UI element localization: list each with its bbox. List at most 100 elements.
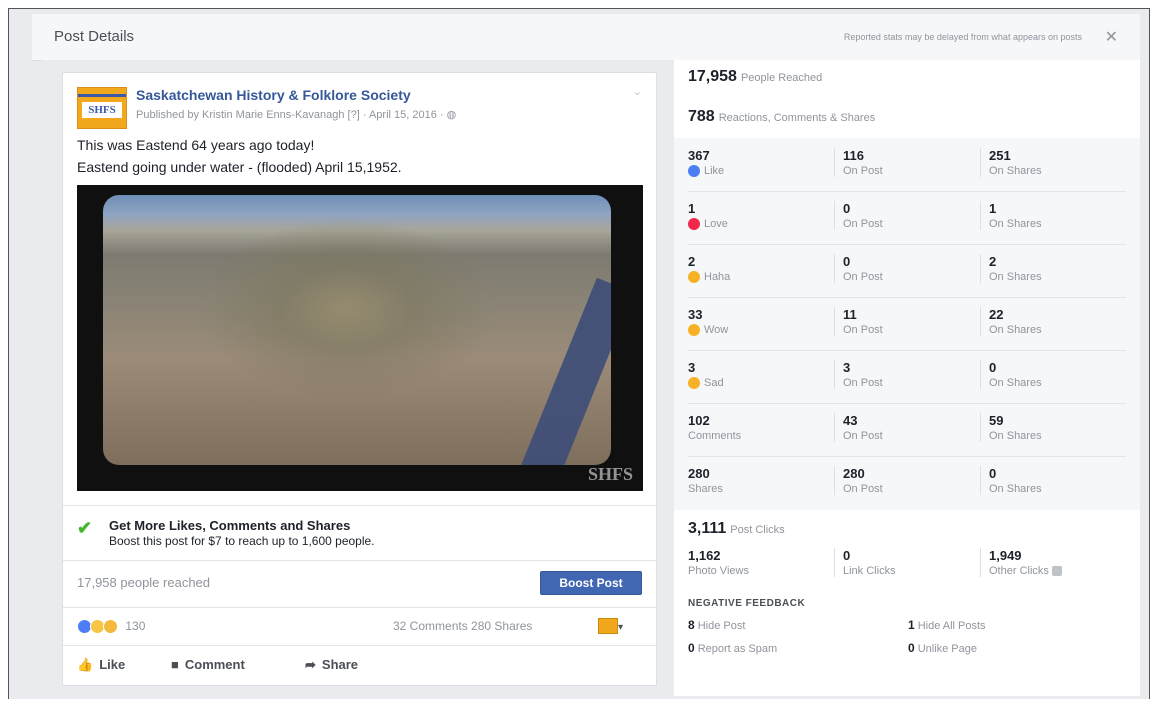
shares-label: Shares — [688, 483, 723, 495]
post-clicks-label: Post Clicks — [730, 524, 785, 536]
aircraft-strut — [492, 277, 611, 465]
photo-views-value: 1,162 — [688, 548, 721, 563]
sad-on-shares: 0 — [989, 360, 997, 375]
viewer-selector[interactable]: ▾ — [598, 617, 623, 635]
on-shares-label: On Shares — [989, 324, 1042, 336]
page-name-link[interactable]: Saskatchewan History & Folklore Society — [136, 87, 411, 103]
love-label: Love — [704, 218, 728, 230]
viewer-avatar — [598, 617, 618, 634]
page-logo-text: SHFS — [82, 102, 122, 118]
sad-total: 3 — [688, 360, 696, 375]
post-text-line-1: This was Eastend 64 years ago today! — [77, 137, 315, 153]
sad-on-post: 3 — [843, 360, 851, 375]
post-actions: 👍 Like ■ Comment ➦ Share — [63, 645, 656, 685]
love-total: 1 — [688, 201, 696, 216]
hide-post-value: 8 — [688, 618, 695, 632]
sad-label: Sad — [704, 377, 724, 389]
wow-label: Wow — [704, 324, 729, 336]
unlike-page-label: Unlike Page — [917, 643, 978, 655]
people-reached-block: 17,958 People Reached — [674, 60, 1140, 99]
shares-on-shares: 0 — [989, 466, 997, 481]
shares-on-post: 280 — [843, 466, 865, 481]
hide-all-posts-value: 1 — [908, 618, 915, 632]
other-clicks-label: Other Clicks — [989, 565, 1049, 577]
link-clicks-label: Link Clicks — [843, 565, 896, 577]
post-published-meta: Published by Kristin Marie Enns-Kavanagh… — [136, 109, 457, 121]
hide-all-posts-label: Hide All Posts — [917, 620, 986, 632]
share-label: Share — [321, 657, 359, 672]
negative-feedback-title: NEGATIVE FEEDBACK — [688, 598, 806, 609]
chevron-down-icon[interactable]: ⌄ — [633, 85, 642, 98]
engagement-block: 788 Reactions, Comments & Shares — [674, 98, 1140, 139]
share-button[interactable]: ➦ Share — [305, 657, 358, 673]
haha-icon — [688, 271, 700, 284]
report-spam-label: Report as Spam — [697, 643, 778, 655]
reactions-count: 130 — [125, 619, 146, 633]
checkmark-icon: ✔ — [77, 518, 93, 538]
post-photo[interactable]: SHFS — [77, 185, 643, 491]
wow-total: 33 — [688, 307, 703, 322]
photo-watermark: SHFS — [587, 464, 633, 484]
page-avatar[interactable]: SHFS — [77, 87, 127, 129]
comments-on-shares: 59 — [989, 413, 1004, 428]
post-card: SHFS Saskatchewan History & Folklore Soc… — [62, 72, 657, 686]
post-text-line-2: Eastend going under water - (flooded) Ap… — [77, 159, 402, 175]
like-on-post: 116 — [843, 148, 864, 163]
reaction-row: 2 Haha 0 On Post 2 On Shares — [688, 244, 1126, 298]
hide-all-posts-stat: 1 Hide All Posts — [908, 618, 986, 632]
comment-icon: ■ — [171, 657, 179, 672]
haha-label: Haha — [704, 271, 731, 283]
comment-button[interactable]: ■ Comment — [171, 657, 245, 672]
on-shares-label: On Shares — [989, 377, 1042, 389]
info-icon[interactable] — [1051, 566, 1062, 577]
reaction-row: 3 Sad 3 On Post 0 On Shares — [688, 350, 1126, 404]
on-post-label: On Post — [843, 271, 883, 283]
post-stats-row: 130 32 Comments 280 Shares ▾ — [63, 607, 656, 646]
reactions-summary[interactable]: 130 — [77, 619, 146, 635]
sad-reaction-icon — [103, 619, 118, 635]
wow-on-shares: 22 — [989, 307, 1004, 322]
on-post-label: On Post — [843, 377, 883, 389]
wow-on-post: 11 — [843, 307, 857, 322]
on-post-label: On Post — [843, 483, 883, 495]
comments-shares-count[interactable]: 32 Comments 280 Shares — [393, 619, 532, 633]
comments-row: 102 Comments 43 On Post 59 On Shares — [688, 403, 1126, 457]
like-on-shares: 251 — [989, 148, 1011, 163]
dialog-header: Post Details Reported stats may be delay… — [32, 14, 1140, 61]
close-icon[interactable]: ✕ — [1105, 27, 1118, 47]
people-reached-value: 17,958 — [688, 68, 737, 85]
comments-total: 102 — [688, 413, 710, 428]
unlike-page-stat: 0 Unlike Page — [908, 641, 977, 655]
on-post-label: On Post — [843, 165, 883, 177]
on-post-label: On Post — [843, 218, 883, 230]
stats-delay-note: Reported stats may be delayed from what … — [843, 32, 1082, 42]
comments-label: Comments — [688, 430, 742, 442]
boost-post-button[interactable]: Boost Post — [540, 571, 642, 595]
flood-aerial-photo — [103, 195, 611, 465]
engagement-label: Reactions, Comments & Shares — [718, 112, 876, 124]
dialog-title: Post Details — [54, 28, 135, 45]
people-reached-label: People Reached — [740, 72, 823, 84]
haha-on-post: 0 — [843, 254, 851, 269]
photo-views-label: Photo Views — [688, 565, 749, 577]
insights-panel: 17,958 People Reached 788 Reactions, Comme… — [674, 60, 1140, 696]
haha-total: 2 — [688, 254, 696, 269]
love-icon — [688, 218, 700, 231]
share-icon: ➦ — [305, 657, 316, 672]
like-button[interactable]: 👍 Like — [77, 657, 125, 673]
boost-prompt: ✔ Get More Likes, Comments and Shares Bo… — [63, 505, 656, 561]
boost-prompt-subtitle: Boost this post for $7 to reach up to 1,… — [109, 534, 375, 548]
reaction-breakdown: 367 Like 116 On Post 251 On Shares 1 Love 0 O… — [674, 138, 1140, 510]
shares-total: 280 — [688, 466, 710, 481]
love-on-shares: 1 — [989, 201, 997, 216]
boost-prompt-title: Get More Likes, Comments and Shares — [109, 518, 351, 533]
hide-post-stat: 8 Hide Post — [688, 618, 745, 632]
reaction-row: 33 Wow 11 On Post 22 On Shares — [688, 297, 1126, 351]
on-shares-label: On Shares — [989, 430, 1042, 442]
shares-row: 280 Shares 280 On Post 0 On Shares — [688, 456, 1126, 509]
on-post-label: On Post — [843, 430, 883, 442]
reaction-row: 1 Love 0 On Post 1 On Shares — [688, 191, 1126, 245]
post-clicks-value: 3,111 — [688, 520, 727, 537]
love-on-post: 0 — [843, 201, 851, 216]
haha-on-shares: 2 — [989, 254, 997, 269]
